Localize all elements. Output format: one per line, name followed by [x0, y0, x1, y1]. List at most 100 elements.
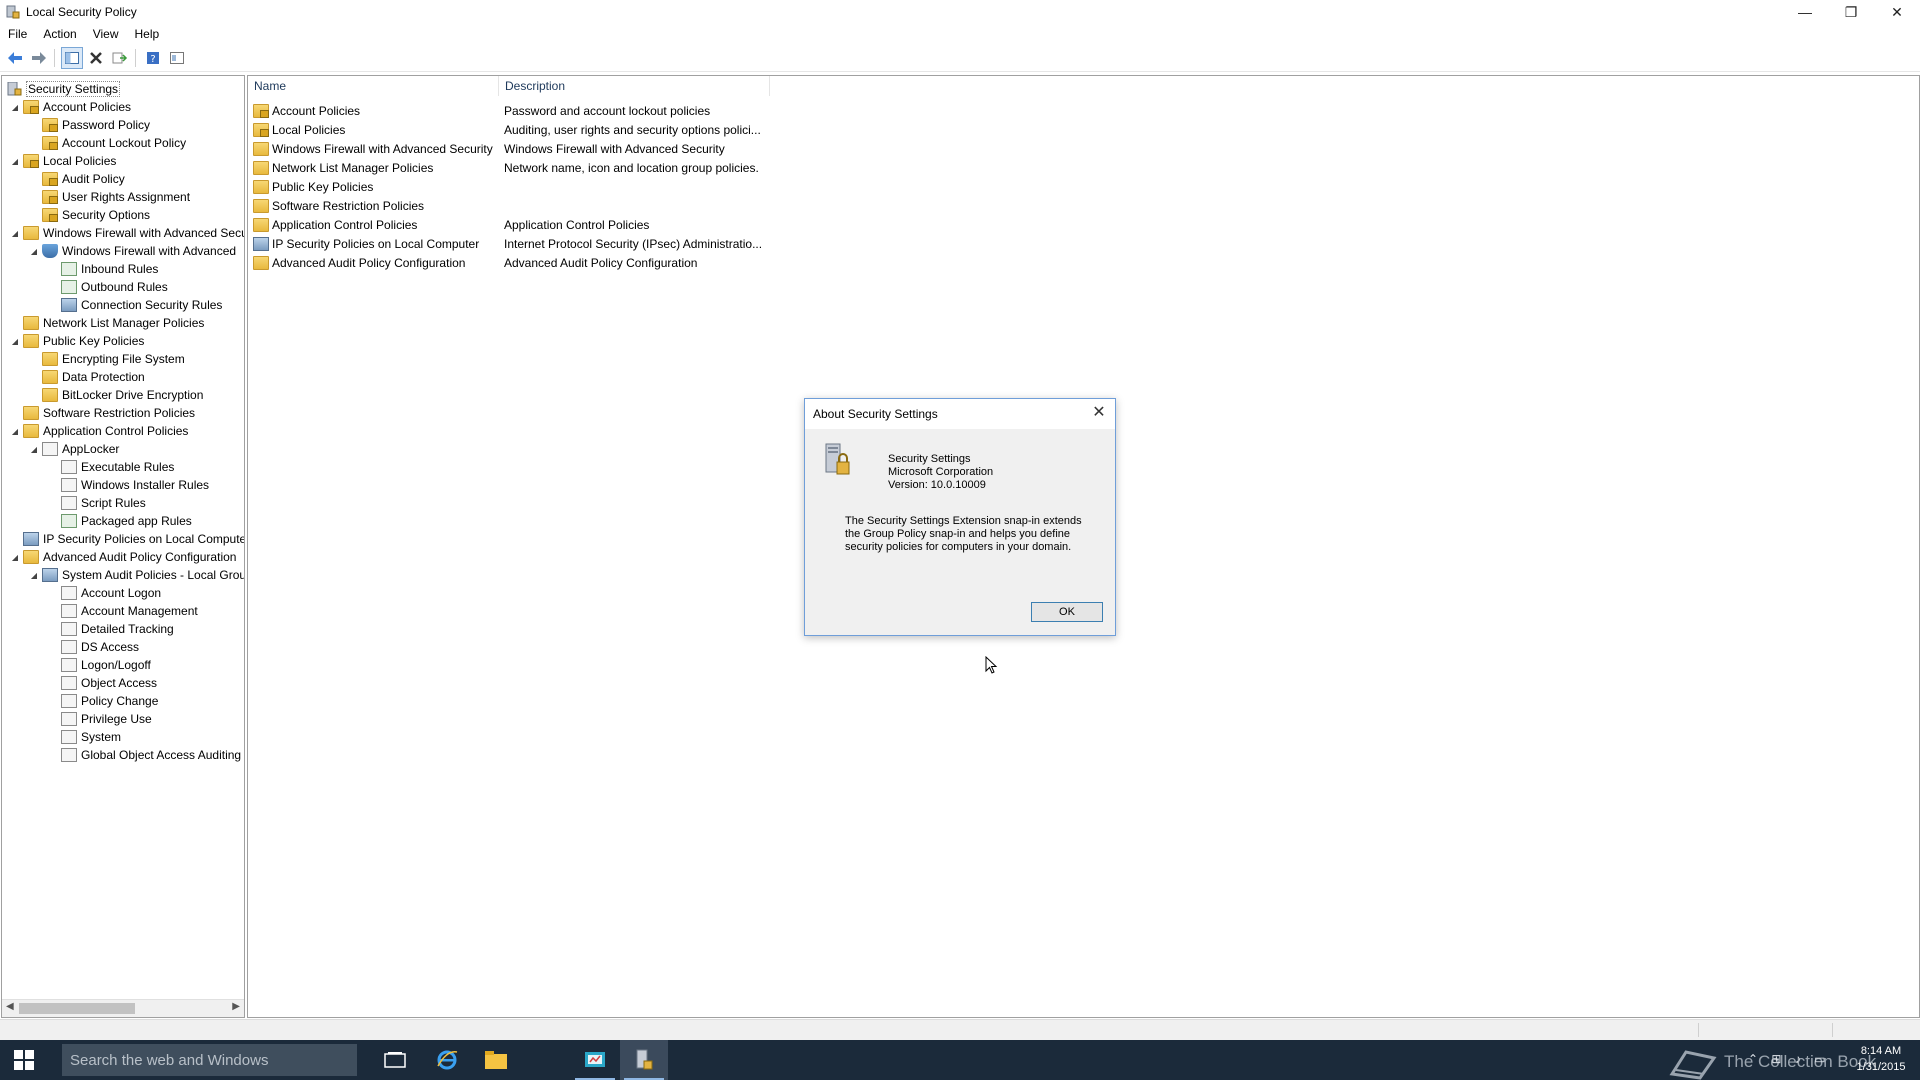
close-button[interactable]: ✕ [1874, 0, 1920, 24]
list-item[interactable]: Account Policies Password and account loc… [248, 101, 764, 120]
task-view-icon[interactable] [371, 1040, 419, 1080]
start-button[interactable] [0, 1040, 48, 1080]
audit-category-icon [61, 730, 77, 744]
tree-item-script-rules[interactable]: Script Rules [61, 494, 146, 512]
ok-button[interactable]: OK [1031, 602, 1103, 622]
policy-folder-icon [42, 172, 58, 186]
file-explorer-icon[interactable] [472, 1040, 520, 1080]
tree-item-executable-rules[interactable]: Executable Rules [61, 458, 174, 476]
expand-arrow-icon[interactable]: ◢ [10, 553, 20, 562]
help-icon[interactable]: ? [142, 47, 164, 69]
local-security-policy-taskbar-icon[interactable] [620, 1040, 668, 1080]
tree-item-applocker[interactable]: ◢ AppLocker [29, 440, 119, 458]
console-tree[interactable]: Security Settings ◢ Account Policies Pass… [1, 75, 245, 1018]
list-item[interactable]: Local Policies Auditing, user rights and … [248, 120, 764, 139]
expand-arrow-icon[interactable]: ◢ [29, 571, 39, 580]
tree-item-local-policies[interactable]: ◢ Local Policies [10, 152, 116, 170]
tree-item-data-protection[interactable]: Data Protection [42, 368, 145, 386]
scroll-right-icon[interactable]: ▶ [232, 1001, 240, 1012]
expand-arrow-icon[interactable]: ◢ [10, 427, 20, 436]
server-manager-icon[interactable] [571, 1040, 619, 1080]
menu-action[interactable]: Action [35, 27, 84, 41]
system-tray[interactable]: ⌃ ⊞ ♪ ▭ [1748, 1052, 1826, 1066]
folder-icon [23, 226, 39, 240]
policy-folder-icon [42, 190, 58, 204]
tree-item-account-lockout-policy[interactable]: Account Lockout Policy [42, 134, 186, 152]
taskbar-search-input[interactable]: Search the web and Windows [62, 1044, 357, 1076]
expand-arrow-icon[interactable]: ◢ [10, 337, 20, 346]
list-item[interactable]: Application Control Policies Application … [248, 215, 764, 234]
tree-item-advanced-audit[interactable]: ◢ Advanced Audit Policy Configuration [10, 548, 236, 566]
tree-item-connection-security-rules[interactable]: Connection Security Rules [61, 296, 222, 314]
show-hide-console-tree-icon[interactable] [61, 47, 83, 69]
tree-item-audit-policy[interactable]: Audit Policy [42, 170, 125, 188]
version-text: Version: 10.0.10009 [888, 479, 986, 491]
tree-item-global-object-access[interactable]: Global Object Access Auditing [61, 746, 241, 764]
tree-item-security-options[interactable]: Security Options [42, 206, 150, 224]
tree-horizontal-scrollbar[interactable]: ◀ ▶ [2, 999, 244, 1017]
tree-item-object-access[interactable]: Object Access [61, 674, 157, 692]
export-list-icon[interactable] [109, 47, 131, 69]
column-description[interactable]: Description [499, 76, 770, 96]
tree-item-logon-logoff[interactable]: Logon/Logoff [61, 656, 151, 674]
scroll-left-icon[interactable]: ◀ [6, 1001, 14, 1012]
tree-item-packaged-app-rules[interactable]: Packaged app Rules [61, 512, 192, 530]
minimize-button[interactable]: — [1782, 0, 1828, 24]
expand-arrow-icon[interactable]: ◢ [10, 157, 20, 166]
dialog-close-icon[interactable]: ✕ [1089, 403, 1109, 423]
tree-item-network-list-manager[interactable]: Network List Manager Policies [23, 314, 204, 332]
tree-item-user-rights-assignment[interactable]: User Rights Assignment [42, 188, 190, 206]
list-item[interactable]: Public Key Policies [248, 177, 764, 196]
tree-item-outbound-rules[interactable]: Outbound Rules [61, 278, 168, 296]
tree-item-password-policy[interactable]: Password Policy [42, 116, 150, 134]
tree-item-ds-access[interactable]: DS Access [61, 638, 139, 656]
tree-item-account-management[interactable]: Account Management [61, 602, 198, 620]
audit-category-icon [61, 658, 77, 672]
tree-item-bitlocker[interactable]: BitLocker Drive Encryption [42, 386, 203, 404]
connection-security-icon [61, 298, 77, 312]
tree-item-account-logon[interactable]: Account Logon [61, 584, 161, 602]
expand-arrow-icon[interactable]: ◢ [29, 445, 39, 454]
forward-arrow-icon[interactable] [28, 47, 50, 69]
tree-item-windows-installer-rules[interactable]: Windows Installer Rules [61, 476, 209, 494]
action-center-icon[interactable]: ▭ [1814, 1052, 1825, 1066]
tree-item-windows-firewall-local[interactable]: ◢ Windows Firewall with Advanced [29, 242, 236, 260]
tree-item-ip-security[interactable]: IP Security Policies on Local Compute [23, 530, 244, 548]
show-hidden-icons-icon[interactable]: ⌃ [1748, 1052, 1758, 1066]
delete-icon[interactable] [85, 47, 107, 69]
internet-explorer-icon[interactable] [423, 1040, 471, 1080]
list-item[interactable]: Software Restriction Policies [248, 196, 764, 215]
tree-item-account-policies[interactable]: ◢ Account Policies [10, 98, 131, 116]
tree-item-software-restriction[interactable]: Software Restriction Policies [23, 404, 195, 422]
maximize-button[interactable]: ❐ [1828, 0, 1874, 24]
back-arrow-icon[interactable] [4, 47, 26, 69]
system-audit-icon [42, 568, 58, 582]
tree-item-public-key-policies[interactable]: ◢ Public Key Policies [10, 332, 144, 350]
list-item[interactable]: Network List Manager Policies Network nam… [248, 158, 764, 177]
tree-item-system[interactable]: System [61, 728, 121, 746]
tree-item-privilege-use[interactable]: Privilege Use [61, 710, 152, 728]
expand-arrow-icon[interactable]: ◢ [10, 103, 20, 112]
menu-file[interactable]: File [0, 27, 35, 41]
tree-item-system-audit-policies[interactable]: ◢ System Audit Policies - Local Grou [29, 566, 244, 584]
tree-item-windows-firewall[interactable]: ◢ Windows Firewall with Advanced Secu [10, 224, 244, 242]
menu-help[interactable]: Help [127, 27, 168, 41]
network-icon[interactable]: ⊞ [1771, 1052, 1781, 1066]
column-name[interactable]: Name [248, 76, 499, 96]
properties-icon[interactable] [166, 47, 188, 69]
scrollbar-thumb[interactable] [19, 1003, 135, 1014]
tree-item-policy-change[interactable]: Policy Change [61, 692, 158, 710]
expand-arrow-icon[interactable]: ◢ [10, 229, 20, 238]
taskbar-clock[interactable]: 8:14 AM 1/31/2015 [1852, 1043, 1910, 1075]
expand-arrow-icon[interactable]: ◢ [29, 247, 39, 256]
menu-view[interactable]: View [85, 27, 127, 41]
list-item[interactable]: Windows Firewall with Advanced Security W… [248, 139, 764, 158]
tree-item-encrypting-file-system[interactable]: Encrypting File System [42, 350, 185, 368]
tree-item-application-control[interactable]: ◢ Application Control Policies [10, 422, 188, 440]
tree-item-detailed-tracking[interactable]: Detailed Tracking [61, 620, 174, 638]
volume-icon[interactable]: ♪ [1795, 1052, 1801, 1066]
tree-item-security-settings[interactable]: Security Settings [6, 80, 121, 98]
tree-item-inbound-rules[interactable]: Inbound Rules [61, 260, 158, 278]
list-item[interactable]: IP Security Policies on Local Computer In… [248, 234, 764, 253]
list-item[interactable]: Advanced Audit Policy Configuration Advan… [248, 253, 764, 272]
